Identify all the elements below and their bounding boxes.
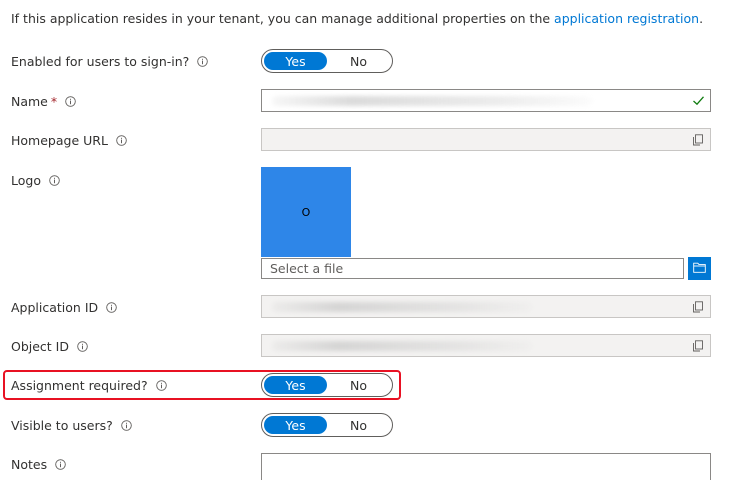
redacted-value [272,341,532,351]
logo-label-row: Logo [11,173,60,188]
assignment-required-toggle[interactable]: Yes No [261,373,393,397]
object-id-label-row: Object ID [11,339,88,354]
logo-preview: O [261,167,351,257]
intro-text: If this application resides in your tena… [11,11,703,26]
browse-file-button[interactable] [688,257,711,280]
logo-file-input[interactable]: Select a file [261,258,684,279]
redacted-value [272,96,592,106]
enabled-signin-label: Enabled for users to sign-in? [11,54,190,69]
info-icon[interactable] [55,459,66,470]
name-input[interactable] [261,89,711,112]
required-asterisk: * [50,94,58,109]
folder-icon [693,261,706,276]
assignment-required-label-row: Assignment required? [11,378,167,393]
enabled-signin-label-row: Enabled for users to sign-in? [11,54,209,69]
redacted-value [272,302,532,312]
homepage-url-label-row: Homepage URL [11,133,127,148]
info-icon[interactable] [155,380,167,391]
check-icon [692,94,705,107]
application-id-field[interactable] [261,295,711,318]
application-id-label: Application ID [11,300,99,315]
assignment-required-no[interactable]: No [327,376,390,394]
object-id-field[interactable] [261,334,711,357]
intro-suffix: . [699,11,704,26]
info-icon[interactable] [49,175,60,186]
application-id-label-row: Application ID [11,300,117,315]
notes-label: Notes [11,457,48,472]
info-icon[interactable] [77,341,88,352]
visible-to-users-no[interactable]: No [327,416,390,434]
object-id-label: Object ID [11,339,69,354]
notes-textarea[interactable] [261,453,711,480]
info-icon[interactable] [116,135,127,146]
info-icon[interactable] [106,302,117,313]
info-icon[interactable] [120,420,132,431]
copy-icon[interactable] [692,301,704,313]
logo-preview-text: O [301,205,311,219]
enabled-signin-toggle[interactable]: Yes No [261,49,393,73]
homepage-url-label: Homepage URL [11,133,108,148]
homepage-url-field[interactable] [261,128,711,151]
copy-icon[interactable] [692,340,704,352]
name-label: Name [11,94,48,109]
visible-to-users-label: Visible to users? [11,418,113,433]
enabled-signin-yes[interactable]: Yes [264,52,327,70]
assignment-required-yes[interactable]: Yes [264,376,327,394]
visible-to-users-yes[interactable]: Yes [264,416,327,434]
notes-label-row: Notes [11,457,66,472]
logo-label: Logo [11,173,41,188]
visible-to-users-toggle[interactable]: Yes No [261,413,393,437]
assignment-required-label: Assignment required? [11,378,148,393]
name-label-row: Name * [11,94,76,109]
info-icon[interactable] [197,56,209,67]
application-registration-link[interactable]: application registration [554,11,699,26]
info-icon[interactable] [65,96,76,107]
intro-description: If this application resides in your tena… [11,11,555,26]
copy-icon[interactable] [692,134,704,146]
file-placeholder: Select a file [270,261,344,276]
enabled-signin-no[interactable]: No [327,52,390,70]
visible-to-users-label-row: Visible to users? [11,418,132,433]
